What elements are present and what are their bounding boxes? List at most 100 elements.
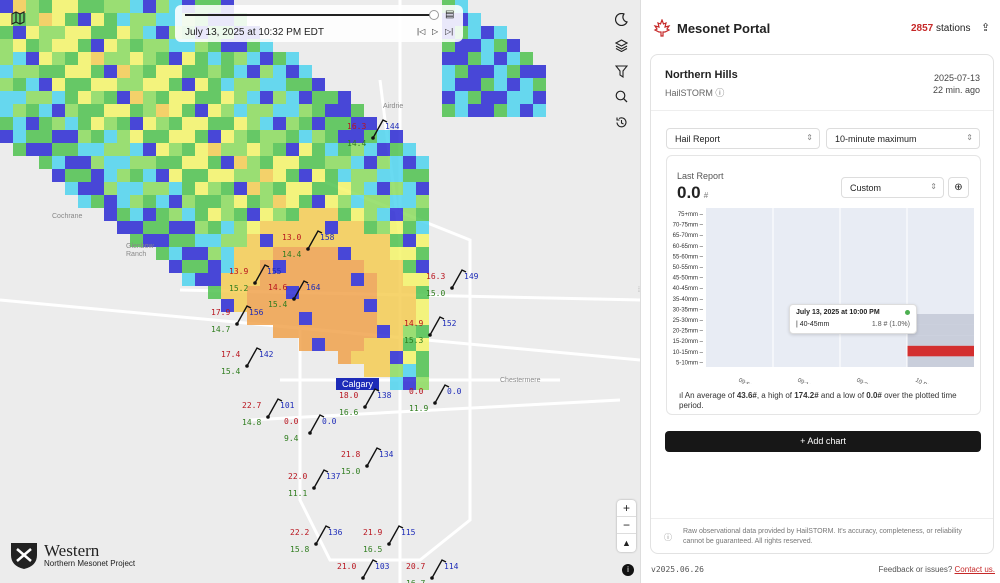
calendar-icon[interactable]: ▤ bbox=[445, 9, 454, 20]
hail-chart[interactable]: 75+mm – 70-75mm – 65-70mm – 60-65mm – 55-60m… bbox=[666, 204, 980, 384]
radar-cell bbox=[65, 13, 78, 26]
radar-cell bbox=[221, 169, 234, 182]
radar-cell bbox=[455, 65, 468, 78]
info-circle-icon[interactable]: ⓘ bbox=[715, 88, 724, 98]
radar-cell bbox=[13, 39, 26, 52]
heat-cell[interactable] bbox=[907, 356, 974, 367]
skip-back-icon[interactable]: |◁ bbox=[417, 27, 425, 36]
radar-cell bbox=[520, 52, 533, 65]
station-marker[interactable]: 13.9 155 15.2 bbox=[229, 264, 281, 293]
station-marker[interactable]: 21.0 103 bbox=[337, 559, 389, 580]
timeline-label: July 13, 2025 at 10:32 PM EDT bbox=[185, 27, 324, 38]
radar-cell bbox=[169, 143, 182, 156]
radar-cell bbox=[442, 65, 455, 78]
filter-icon[interactable] bbox=[611, 61, 631, 81]
radar-cell bbox=[117, 52, 130, 65]
radar-cell bbox=[273, 91, 286, 104]
search-icon[interactable] bbox=[611, 86, 631, 106]
radar-cell bbox=[364, 247, 377, 260]
zoom-search-button[interactable]: ⊕ bbox=[948, 177, 969, 198]
share-icon[interactable]: ⇪ bbox=[981, 21, 990, 34]
station-marker[interactable]: 18.0 138 16.6 bbox=[339, 388, 391, 417]
radar-cell bbox=[130, 39, 143, 52]
station-marker[interactable]: 0.0 0.0 9.4 bbox=[284, 414, 336, 443]
radar-cell bbox=[325, 299, 338, 312]
radar-cell bbox=[312, 78, 325, 91]
history-icon[interactable] bbox=[611, 112, 631, 132]
radar-cell bbox=[78, 78, 91, 91]
radar-cell bbox=[416, 221, 429, 234]
dewpoint: 14.8 bbox=[242, 418, 262, 427]
timeline-handle[interactable] bbox=[429, 10, 439, 20]
summary-text-1: An average of bbox=[684, 391, 737, 400]
radar-cell bbox=[325, 325, 338, 338]
station-marker[interactable]: 21.9 115 16.5 bbox=[363, 525, 415, 554]
info-icon[interactable]: i bbox=[622, 564, 634, 576]
radar-cell bbox=[351, 156, 364, 169]
radar-cell bbox=[325, 169, 338, 182]
station-marker[interactable]: 20.7 114 16.7 bbox=[406, 559, 458, 583]
compass-icon[interactable]: ▲ bbox=[617, 534, 636, 551]
station-marker[interactable]: 14.6 164 15.4 bbox=[268, 280, 320, 309]
y-tick-label: 60-65mm – bbox=[673, 244, 704, 250]
radar-cell bbox=[273, 312, 286, 325]
station-marker[interactable]: 22.7 101 14.8 bbox=[242, 398, 294, 427]
map-view[interactable]: Airdrie Cochrane Glenbow Ranch Chesterme… bbox=[0, 0, 640, 583]
radar-cell bbox=[65, 65, 78, 78]
metric-select[interactable]: Hail Report ⇕ bbox=[666, 128, 820, 149]
radar-cell bbox=[260, 247, 273, 260]
station-marker[interactable]: 17.9 156 14.7 bbox=[211, 305, 263, 334]
layers-icon[interactable] bbox=[611, 35, 631, 55]
zoom-out-button[interactable]: − bbox=[617, 517, 636, 534]
zoom-magnifier-icon: ⊕ bbox=[954, 182, 963, 193]
skip-forward-icon[interactable]: ▷| bbox=[445, 27, 453, 36]
timeline-track[interactable] bbox=[185, 14, 433, 16]
radar-cell bbox=[143, 182, 156, 195]
radar-cell bbox=[234, 65, 247, 78]
radar-cell bbox=[65, 52, 78, 65]
station-marker[interactable]: 13.0 158 14.4 bbox=[282, 230, 334, 259]
radar-cell bbox=[156, 13, 169, 26]
temperature: 17.4 bbox=[221, 350, 241, 359]
radar-cell bbox=[13, 91, 26, 104]
map-icon[interactable] bbox=[8, 8, 28, 28]
zoom-in-button[interactable]: + bbox=[617, 500, 636, 517]
radar-cell bbox=[390, 208, 403, 221]
radar-cell bbox=[143, 26, 156, 39]
radar-cell bbox=[52, 117, 65, 130]
station-marker[interactable]: 22.2 136 15.8 bbox=[290, 525, 342, 554]
radar-cell bbox=[130, 169, 143, 182]
radar-cell bbox=[182, 260, 195, 273]
contact-link[interactable]: Contact us. bbox=[955, 565, 995, 574]
radar-cell bbox=[39, 13, 52, 26]
radar-cell bbox=[117, 182, 130, 195]
station-marker[interactable]: 22.0 137 11.1 bbox=[288, 469, 340, 498]
radar-cell bbox=[403, 351, 416, 364]
station-marker[interactable]: 14.9 152 15.3 bbox=[404, 316, 456, 345]
radar-cell bbox=[494, 52, 507, 65]
radar-cell bbox=[91, 26, 104, 39]
aggregation-select[interactable]: 10-minute maximum ⇕ bbox=[826, 128, 980, 149]
radar-cell bbox=[442, 91, 455, 104]
radar-cell bbox=[78, 169, 91, 182]
station-marker[interactable]: 0.0 0.0 11.9 bbox=[409, 384, 461, 413]
radar-cell bbox=[169, 104, 182, 117]
radar-cell bbox=[520, 78, 533, 91]
heat-cell[interactable] bbox=[907, 324, 974, 336]
station-marker[interactable]: 16.3 149 15.0 bbox=[426, 269, 478, 298]
heat-cell[interactable] bbox=[907, 314, 974, 325]
radar-cell bbox=[169, 78, 182, 91]
heat-cell[interactable] bbox=[907, 345, 974, 357]
play-icon[interactable]: ▷ bbox=[432, 27, 438, 36]
station-marker[interactable]: 21.8 134 15.0 bbox=[341, 447, 393, 476]
station-marker[interactable]: 16.3 144 14.4 bbox=[347, 119, 399, 148]
add-chart-button[interactable]: + Add chart bbox=[665, 431, 981, 452]
range-select[interactable]: Custom ⇕ bbox=[841, 177, 944, 198]
radar-cell bbox=[234, 156, 247, 169]
station-marker[interactable]: 17.4 142 15.4 bbox=[221, 347, 273, 376]
radar-cell bbox=[403, 247, 416, 260]
radar-cell bbox=[130, 182, 143, 195]
radar-cell bbox=[143, 13, 156, 26]
moon-icon[interactable] bbox=[611, 9, 631, 29]
heat-cell[interactable] bbox=[907, 335, 974, 346]
